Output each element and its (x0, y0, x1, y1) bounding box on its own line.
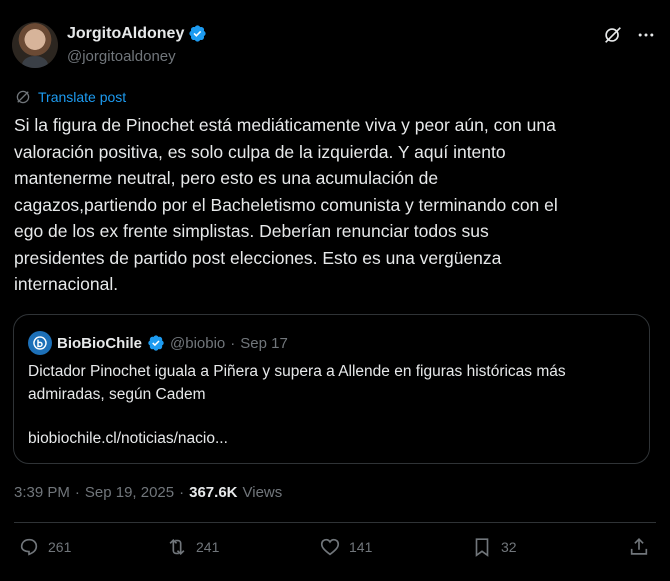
reply-icon (20, 538, 38, 556)
repost-count: 241 (196, 539, 220, 555)
grok-icon[interactable] (602, 24, 624, 46)
reply-button[interactable]: 261 (18, 536, 71, 558)
views-count: 367.6K (189, 484, 238, 501)
action-bar: 261 241 141 32 (18, 536, 650, 564)
translate-label[interactable]: Translate post (38, 89, 126, 105)
meta-separator-2: · (179, 484, 185, 501)
quoted-verified-badge-icon (148, 335, 164, 351)
author-handle[interactable]: @jorgitoaldoney (67, 48, 176, 65)
post-time[interactable]: 3:39 PM (14, 484, 70, 501)
more-options-icon[interactable] (636, 25, 656, 45)
bookmark-icon (475, 538, 489, 557)
like-count: 141 (349, 539, 373, 555)
header-actions (602, 24, 656, 46)
quoted-post-header: BioBioChile @biobio · Sep 17 (28, 331, 288, 355)
author-avatar[interactable] (12, 22, 58, 68)
quoted-separator: · (230, 334, 236, 352)
bookmark-count: 32 (501, 539, 517, 555)
heart-icon (320, 538, 340, 556)
quoted-post-card[interactable]: BioBioChile @biobio · Sep 17 Dictador Pi… (13, 314, 650, 464)
translate-post-link[interactable]: Translate post (14, 88, 126, 106)
post-body: Si la figura de Pinochet está mediáticam… (14, 115, 558, 294)
quoted-author-handle: @biobio (170, 334, 226, 352)
post-date[interactable]: Sep 19, 2025 (85, 484, 174, 501)
share-button[interactable] (628, 536, 650, 558)
meta-separator: · (74, 484, 80, 501)
author-display-name[interactable]: JorgitoAldoney (67, 25, 184, 43)
post-meta: 3:39 PM · Sep 19, 2025 · 367.6K Views (14, 484, 282, 501)
quoted-post-text: Dictador Pinochet iguala a Piñera y supe… (28, 363, 566, 403)
quoted-author-name: BioBioChile (57, 334, 142, 352)
divider (14, 522, 656, 523)
share-icon (630, 538, 648, 555)
post-header: JorgitoAldoney @jorgitoaldoney (12, 20, 658, 70)
repost-button[interactable]: 241 (166, 536, 219, 558)
quoted-author-avatar (28, 331, 52, 355)
translate-icon (16, 90, 30, 104)
like-button[interactable]: 141 (319, 536, 372, 558)
bookmark-button[interactable]: 32 (471, 536, 517, 558)
reply-count: 261 (48, 539, 72, 555)
author-name-row: JorgitoAldoney (67, 24, 207, 43)
repost-icon (169, 538, 185, 556)
verified-badge-icon (189, 25, 206, 42)
views-label: Views (242, 484, 283, 501)
quoted-post-link[interactable]: biobiochile.cl/noticias/nacio... (28, 430, 228, 448)
quoted-date: Sep 17 (240, 334, 288, 352)
